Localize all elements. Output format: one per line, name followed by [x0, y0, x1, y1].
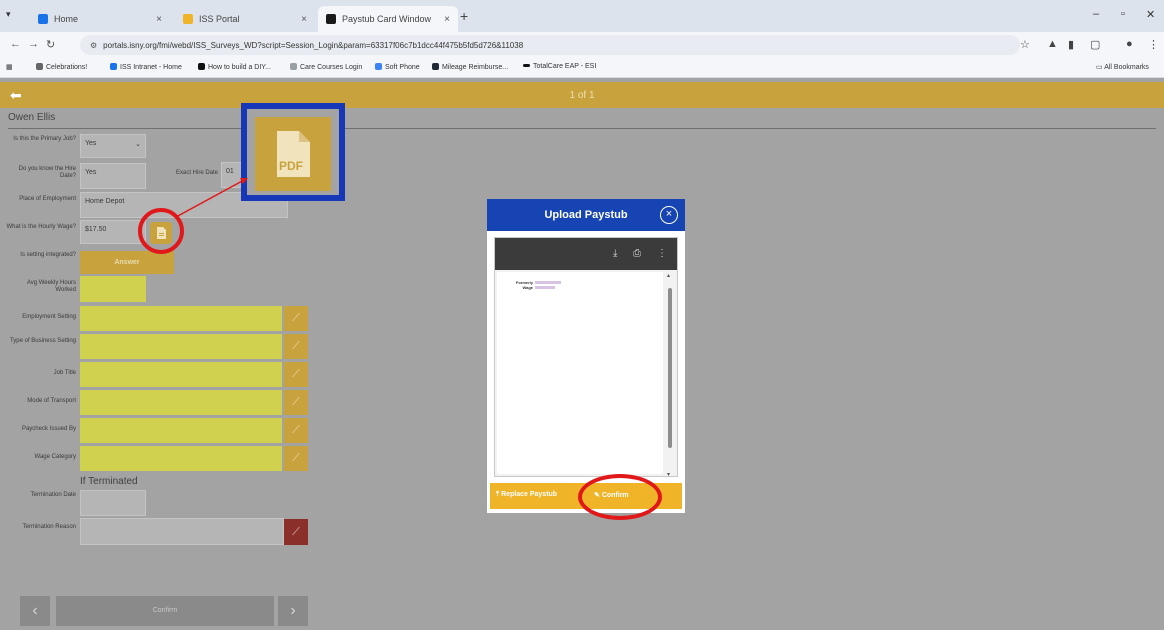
pdf-viewer[interactable]: ⤓ ⎙ ⋮ Formerly Wage ▴ ▾: [494, 237, 678, 478]
pdf-page: Formerly Wage: [497, 272, 663, 474]
redacted-text: [535, 286, 555, 289]
scroll-thumb[interactable]: [668, 288, 672, 448]
modal-header: Upload Paystub ×: [487, 199, 685, 231]
more-icon[interactable]: ⋮: [657, 248, 667, 259]
print-icon[interactable]: ⎙: [633, 248, 641, 259]
download-icon[interactable]: ⤓: [613, 248, 617, 259]
upload-icon: ⤒: [496, 491, 500, 498]
redacted-text: [535, 281, 561, 284]
scroll-down-icon[interactable]: ▾: [667, 471, 670, 478]
replace-paystub-button[interactable]: ⤒ Replace Paystub: [496, 491, 557, 499]
modal-title: Upload Paystub: [544, 209, 628, 221]
highlight-circle: [138, 208, 184, 254]
scroll-up-icon[interactable]: ▴: [667, 272, 670, 279]
pdf-viewer-toolbar: ⤓ ⎙ ⋮: [495, 238, 677, 270]
replace-paystub-label: Replace Paystub: [501, 491, 558, 498]
page-text: Formerly Wage: [515, 280, 533, 290]
close-icon[interactable]: ×: [660, 206, 678, 224]
highlight-circle: [578, 474, 662, 520]
upload-paystub-modal: Upload Paystub × ⤓ ⎙ ⋮ Formerly Wage ▴ ▾…: [487, 199, 685, 513]
scrollbar[interactable]: ▴ ▾: [667, 273, 673, 478]
